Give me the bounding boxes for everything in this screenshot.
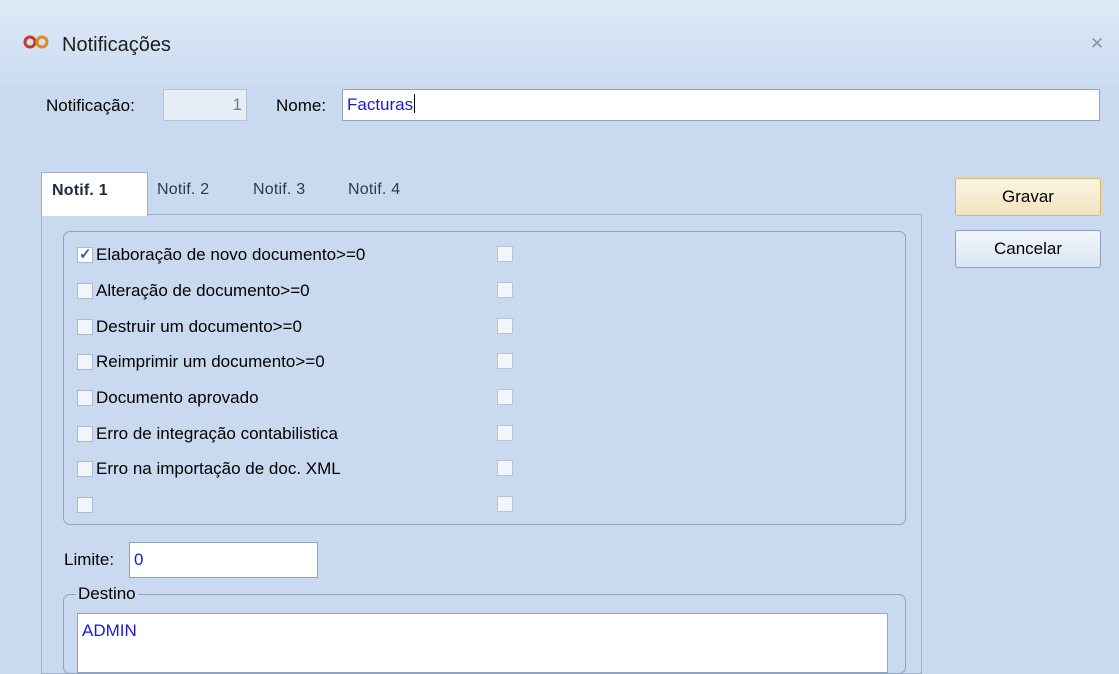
event-row[interactable]: Elaboração de novo documento>=0 (77, 243, 365, 267)
event-checkbox[interactable] (77, 245, 93, 263)
nome-input[interactable]: Facturas (342, 89, 1100, 121)
tab-notif-4[interactable]: Notif. 4 (348, 181, 400, 199)
event-extra-checkbox[interactable] (497, 282, 513, 298)
event-checkbox[interactable] (77, 283, 93, 299)
event-row[interactable]: Destruir um documento>=0 (77, 315, 302, 339)
event-label: Reimprimir um documento>=0 (96, 352, 325, 371)
event-extra-checkbox[interactable] (497, 353, 513, 369)
destino-list[interactable]: ADMIN (77, 613, 888, 673)
close-icon[interactable]: ✕ (1086, 34, 1108, 54)
event-extra-checkbox[interactable] (497, 389, 513, 405)
event-extra-checkbox[interactable] (497, 318, 513, 334)
infinity-icon (23, 35, 49, 49)
event-label: Erro na importação de doc. XML (96, 459, 341, 478)
cancelar-button[interactable]: Cancelar (955, 230, 1101, 268)
event-label: Erro de integração contabilistica (96, 424, 338, 443)
window-title: Notificações (62, 34, 171, 56)
event-row[interactable]: Erro na importação de doc. XML (77, 457, 341, 481)
gravar-button[interactable]: Gravar (955, 178, 1101, 216)
event-extra-checkbox[interactable] (497, 460, 513, 476)
event-label: Elaboração de novo documento>=0 (96, 245, 366, 264)
text-caret (414, 94, 416, 113)
event-checkbox[interactable] (77, 497, 93, 513)
tab-notif-1[interactable]: Notif. 1 (41, 172, 148, 216)
list-item[interactable]: ADMIN (82, 621, 883, 641)
tab-notif-2[interactable]: Notif. 2 (157, 181, 209, 199)
event-extra-checkbox[interactable] (497, 246, 513, 262)
event-label: Documento aprovado (96, 388, 259, 407)
event-label: Destruir um documento>=0 (96, 317, 302, 336)
event-checkbox[interactable] (77, 319, 93, 335)
event-extra-checkbox[interactable] (497, 496, 513, 512)
event-row[interactable]: Documento aprovado (77, 386, 259, 410)
event-row[interactable]: Erro de integração contabilistica (77, 422, 338, 446)
event-checkbox[interactable] (77, 390, 93, 406)
notificacao-number-field: 1 (163, 89, 247, 121)
event-extra-checkbox[interactable] (497, 425, 513, 441)
event-row[interactable]: Alteração de documento>=0 (77, 279, 310, 303)
event-row[interactable]: Reimprimir um documento>=0 (77, 350, 325, 374)
destino-legend: Destino (76, 584, 138, 604)
event-checkbox[interactable] (77, 461, 93, 477)
nome-label: Nome: (276, 96, 327, 115)
event-label: Alteração de documento>=0 (96, 281, 310, 300)
event-checkbox[interactable] (77, 354, 93, 370)
notificacao-label: Notificação: (46, 96, 135, 115)
event-row[interactable] (77, 493, 96, 517)
nome-input-value: Facturas (347, 95, 414, 114)
limite-label: Limite: (64, 550, 115, 569)
event-checkbox[interactable] (77, 426, 93, 442)
limite-input[interactable]: 0 (129, 542, 318, 578)
tab-notif-3[interactable]: Notif. 3 (253, 181, 305, 199)
title-bar: Notificações ✕ (0, 0, 1119, 92)
